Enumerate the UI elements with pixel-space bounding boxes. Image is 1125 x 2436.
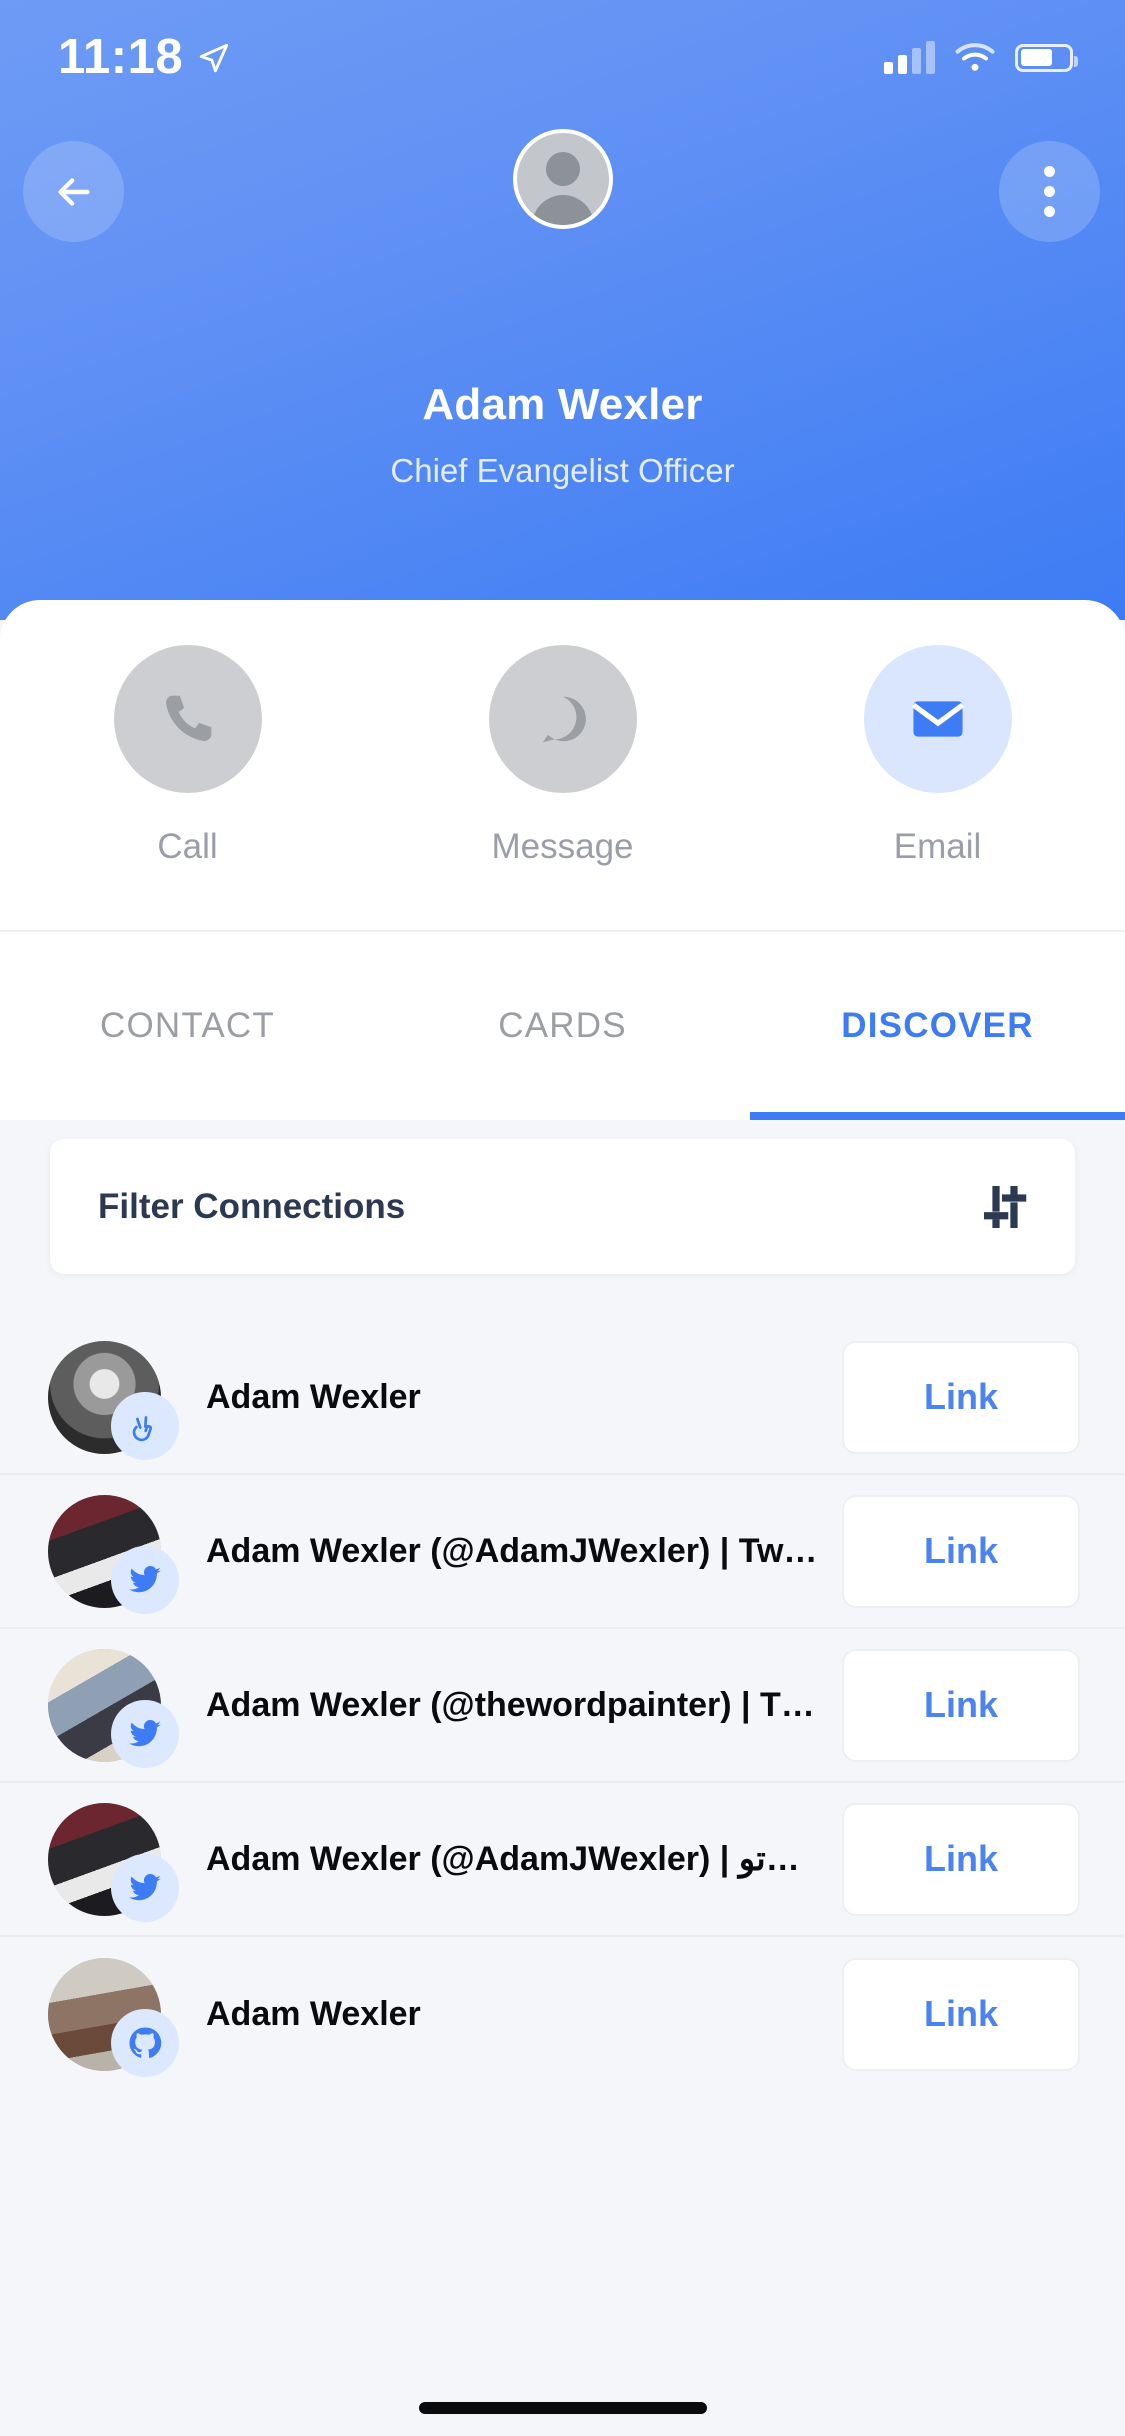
github-cat-icon xyxy=(111,2008,179,2077)
status-bar-left: 11:18 xyxy=(58,33,231,82)
message-button[interactable] xyxy=(488,645,637,793)
email-label: Email xyxy=(893,827,982,866)
angellist-peace-hand-icon xyxy=(111,1391,179,1460)
link-button[interactable]: Link xyxy=(842,1494,1080,1608)
email-button[interactable] xyxy=(863,645,1012,793)
tab-bar: CONTACT CARDS DISCOVER xyxy=(0,930,1125,1120)
battery-icon xyxy=(1015,43,1078,72)
filter-connections-card[interactable]: Filter Connections xyxy=(50,1139,1075,1274)
connection-avatar xyxy=(48,1648,179,1768)
back-button[interactable] xyxy=(23,141,124,242)
quick-actions: Call Message Email xyxy=(0,645,1125,867)
table-row[interactable]: Adam Wexler Link xyxy=(0,1937,1125,2091)
connection-avatar xyxy=(48,1340,179,1460)
twitter-bird-icon xyxy=(111,1545,179,1614)
profile-subtitle: Chief Evangelist Officer xyxy=(390,452,735,489)
call-button[interactable] xyxy=(113,645,262,793)
email-action[interactable]: Email xyxy=(813,645,1063,867)
twitter-bird-icon xyxy=(111,1699,179,1768)
location-arrow-icon xyxy=(199,43,229,72)
person-placeholder-avatar xyxy=(545,152,580,186)
call-label: Call xyxy=(157,827,218,866)
table-row[interactable]: Adam Wexler (@thewordpainter) | T… Link xyxy=(0,1629,1125,1783)
connection-name: Adam Wexler xyxy=(206,1994,421,2033)
more-options-button[interactable] xyxy=(999,141,1100,242)
cellular-bars-icon xyxy=(884,40,935,74)
home-indicator[interactable] xyxy=(418,2402,707,2414)
filter-sliders-icon[interactable] xyxy=(977,1179,1033,1235)
back-arrow-icon xyxy=(57,177,90,206)
message-label: Message xyxy=(491,827,634,866)
connection-name: Adam Wexler (@AdamJWexler) | Tw… xyxy=(206,1531,816,1570)
table-row[interactable]: Adam Wexler (@AdamJWexler) | تو… Link xyxy=(0,1783,1125,1937)
connections-list: Adam Wexler Link Adam Wexler (@AdamJWexl… xyxy=(0,1321,1125,2091)
page-title: Adam Wexler xyxy=(422,380,703,429)
profile-header: 11:18 Adam Wexler Chief Evangelist Offic… xyxy=(0,0,1125,620)
link-button[interactable]: Link xyxy=(842,1340,1080,1454)
avatar-body-shape xyxy=(531,195,594,225)
wifi-icon xyxy=(955,42,995,71)
table-row[interactable]: Adam Wexler (@AdamJWexler) | Tw… Link xyxy=(0,1475,1125,1629)
call-action[interactable]: Call xyxy=(63,645,313,867)
link-button[interactable]: Link xyxy=(842,1802,1080,1916)
connection-name: Adam Wexler (@AdamJWexler) | تو… xyxy=(206,1840,800,1878)
status-bar: 11:18 xyxy=(0,0,1125,115)
connection-avatar xyxy=(48,1494,179,1614)
tab-discover[interactable]: DISCOVER xyxy=(750,932,1125,1120)
phone-icon xyxy=(165,695,211,741)
link-button[interactable]: Link xyxy=(842,1957,1080,2071)
table-row[interactable]: Adam Wexler Link xyxy=(0,1321,1125,1475)
message-action[interactable]: Message xyxy=(438,645,688,867)
chat-bubble-icon xyxy=(542,696,586,743)
avatar[interactable] xyxy=(512,129,613,229)
envelope-icon xyxy=(911,701,964,737)
more-vertical-icon xyxy=(1044,166,1055,217)
connection-name: Adam Wexler xyxy=(206,1377,421,1416)
connection-name: Adam Wexler (@thewordpainter) | T… xyxy=(206,1685,815,1724)
connection-avatar xyxy=(48,1957,179,2077)
tab-contact[interactable]: CONTACT xyxy=(0,932,375,1120)
twitter-bird-icon xyxy=(111,1853,179,1922)
phone-screen: 11:18 Adam Wexler Chief Evangelist Offic… xyxy=(0,0,1125,2436)
tab-cards[interactable]: CARDS xyxy=(375,932,750,1120)
discover-panel: Filter Connections Adam Wexler Link Adam… xyxy=(0,1120,1125,2436)
status-bar-right xyxy=(884,40,1078,74)
link-button[interactable]: Link xyxy=(842,1648,1080,1762)
status-time: 11:18 xyxy=(58,30,184,84)
connection-avatar xyxy=(48,1802,179,1922)
filter-connections-label: Filter Connections xyxy=(98,1186,406,1226)
